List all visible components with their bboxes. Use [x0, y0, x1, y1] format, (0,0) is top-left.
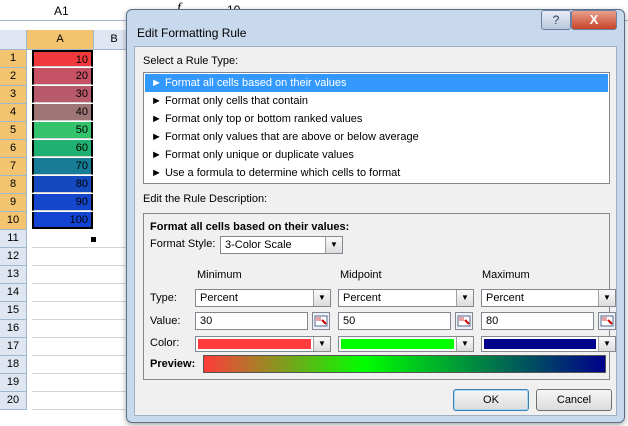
chevron-down-icon: ▼ — [313, 337, 330, 351]
rule-description-panel: Format all cells based on their values: … — [143, 213, 616, 380]
select-all-corner[interactable] — [0, 30, 27, 50]
select-rule-type-label: Select a Rule Type: — [143, 55, 239, 67]
row-header[interactable]: 10 — [0, 212, 27, 230]
empty-cell[interactable] — [32, 266, 127, 284]
maximum-type-select[interactable]: Percent ▼ — [481, 289, 616, 307]
row-header[interactable]: 17 — [0, 338, 27, 356]
empty-cell[interactable] — [32, 338, 127, 356]
row-header[interactable]: 14 — [0, 284, 27, 302]
range-picker-icon — [600, 315, 614, 327]
row-header[interactable]: 12 — [0, 248, 27, 266]
fill-handle[interactable] — [90, 236, 97, 243]
empty-cell[interactable] — [32, 374, 127, 392]
range-picker-icon — [457, 315, 471, 327]
row-header[interactable]: 2 — [0, 68, 27, 86]
minimum-range-picker-button[interactable] — [312, 312, 330, 330]
empty-cell[interactable] — [32, 248, 127, 266]
close-button[interactable]: X — [571, 10, 617, 30]
row-header[interactable]: 4 — [0, 104, 27, 122]
chevron-down-icon: ▼ — [313, 290, 330, 306]
row-header[interactable]: 19 — [0, 374, 27, 392]
midpoint-range-picker-button[interactable] — [455, 312, 473, 330]
cancel-button[interactable]: Cancel — [536, 389, 612, 411]
empty-cell[interactable] — [32, 320, 127, 338]
empty-cell[interactable] — [32, 392, 127, 410]
table-cell[interactable]: 30 — [32, 86, 93, 103]
midpoint-value-input[interactable]: 50 — [338, 312, 451, 330]
color-swatch — [341, 339, 454, 349]
preview-label: Preview: — [150, 358, 196, 370]
color-swatch — [484, 339, 596, 349]
table-cell[interactable]: 100 — [32, 212, 93, 229]
row-header[interactable]: 16 — [0, 320, 27, 338]
range-picker-icon — [314, 315, 328, 327]
chevron-down-icon: ▼ — [456, 337, 473, 351]
table-cell[interactable]: 50 — [32, 122, 93, 139]
maximum-range-picker-button[interactable] — [598, 312, 616, 330]
row-header[interactable]: 6 — [0, 140, 27, 158]
table-cell[interactable]: 10 — [32, 50, 93, 67]
edit-description-label: Edit the Rule Description: — [143, 193, 268, 205]
row-header[interactable]: 1 — [0, 50, 27, 68]
minimum-value-input[interactable]: 30 — [195, 312, 308, 330]
row-header[interactable]: 9 — [0, 194, 27, 212]
row-header[interactable]: 5 — [0, 122, 27, 140]
rule-type-item[interactable]: ► Format only unique or duplicate values — [145, 146, 608, 164]
name-box[interactable]: A1 — [0, 0, 135, 21]
color-scale-preview — [203, 355, 606, 373]
dialog-title: Edit Formatting Rule — [137, 26, 247, 40]
color-swatch — [198, 339, 311, 349]
chevron-down-icon: ▼ — [325, 237, 342, 253]
midpoint-type-select[interactable]: Percent ▼ — [338, 289, 474, 307]
description-title: Format all cells based on their values: — [150, 221, 350, 233]
row-header[interactable]: 11 — [0, 230, 27, 248]
chevron-down-icon: ▼ — [598, 337, 615, 351]
table-cell[interactable]: 90 — [32, 194, 93, 211]
empty-cell[interactable] — [32, 302, 127, 320]
row-header[interactable]: 7 — [0, 158, 27, 176]
format-style-label: Format Style: — [150, 238, 216, 250]
rule-type-item[interactable]: ► Use a formula to determine which cells… — [145, 164, 608, 182]
table-cell[interactable]: 80 — [32, 176, 93, 193]
edit-formatting-rule-dialog: Edit Formatting Rule ? X Select a Rule T… — [126, 9, 625, 423]
dialog-body: Select a Rule Type: ► Format all cells b… — [134, 46, 617, 416]
column-header-a[interactable]: A — [27, 30, 94, 50]
ok-button[interactable]: OK — [453, 389, 529, 411]
row-header[interactable]: 15 — [0, 302, 27, 320]
maximum-value-input[interactable]: 80 — [481, 312, 594, 330]
type-label: Type: — [150, 292, 177, 304]
maximum-header: Maximum — [482, 269, 530, 281]
chevron-down-icon: ▼ — [598, 290, 615, 306]
empty-cell[interactable] — [32, 230, 127, 248]
minimum-color-select[interactable]: ▼ — [195, 336, 331, 352]
row-header[interactable]: 18 — [0, 356, 27, 374]
rule-type-item[interactable]: ► Format only top or bottom ranked value… — [145, 110, 608, 128]
maximum-color-select[interactable]: ▼ — [481, 336, 616, 352]
help-button[interactable]: ? — [541, 10, 571, 30]
midpoint-header: Midpoint — [340, 269, 382, 281]
rule-type-list[interactable]: ► Format all cells based on their values… — [143, 72, 610, 184]
midpoint-color-select[interactable]: ▼ — [338, 336, 474, 352]
row-header[interactable]: 13 — [0, 266, 27, 284]
minimum-type-select[interactable]: Percent ▼ — [195, 289, 331, 307]
format-style-select[interactable]: 3-Color Scale ▼ — [220, 236, 343, 254]
color-label: Color: — [150, 337, 180, 349]
row-header[interactable]: 8 — [0, 176, 27, 194]
row-header[interactable]: 3 — [0, 86, 27, 104]
value-label: Value: — [150, 315, 181, 327]
minimum-header: Minimum — [197, 269, 242, 281]
table-cell[interactable]: 70 — [32, 158, 93, 175]
row-header[interactable]: 20 — [0, 392, 27, 410]
table-cell[interactable]: 20 — [32, 68, 93, 85]
empty-cell[interactable] — [32, 284, 127, 302]
rule-type-item[interactable]: ► Format only values that are above or b… — [145, 128, 608, 146]
empty-cell[interactable] — [32, 356, 127, 374]
table-cell[interactable]: 60 — [32, 140, 93, 157]
table-cell[interactable]: 40 — [32, 104, 93, 121]
chevron-down-icon: ▼ — [456, 290, 473, 306]
rule-type-item[interactable]: ► Format only cells that contain — [145, 92, 608, 110]
rule-type-item[interactable]: ► Format all cells based on their values — [145, 74, 608, 92]
